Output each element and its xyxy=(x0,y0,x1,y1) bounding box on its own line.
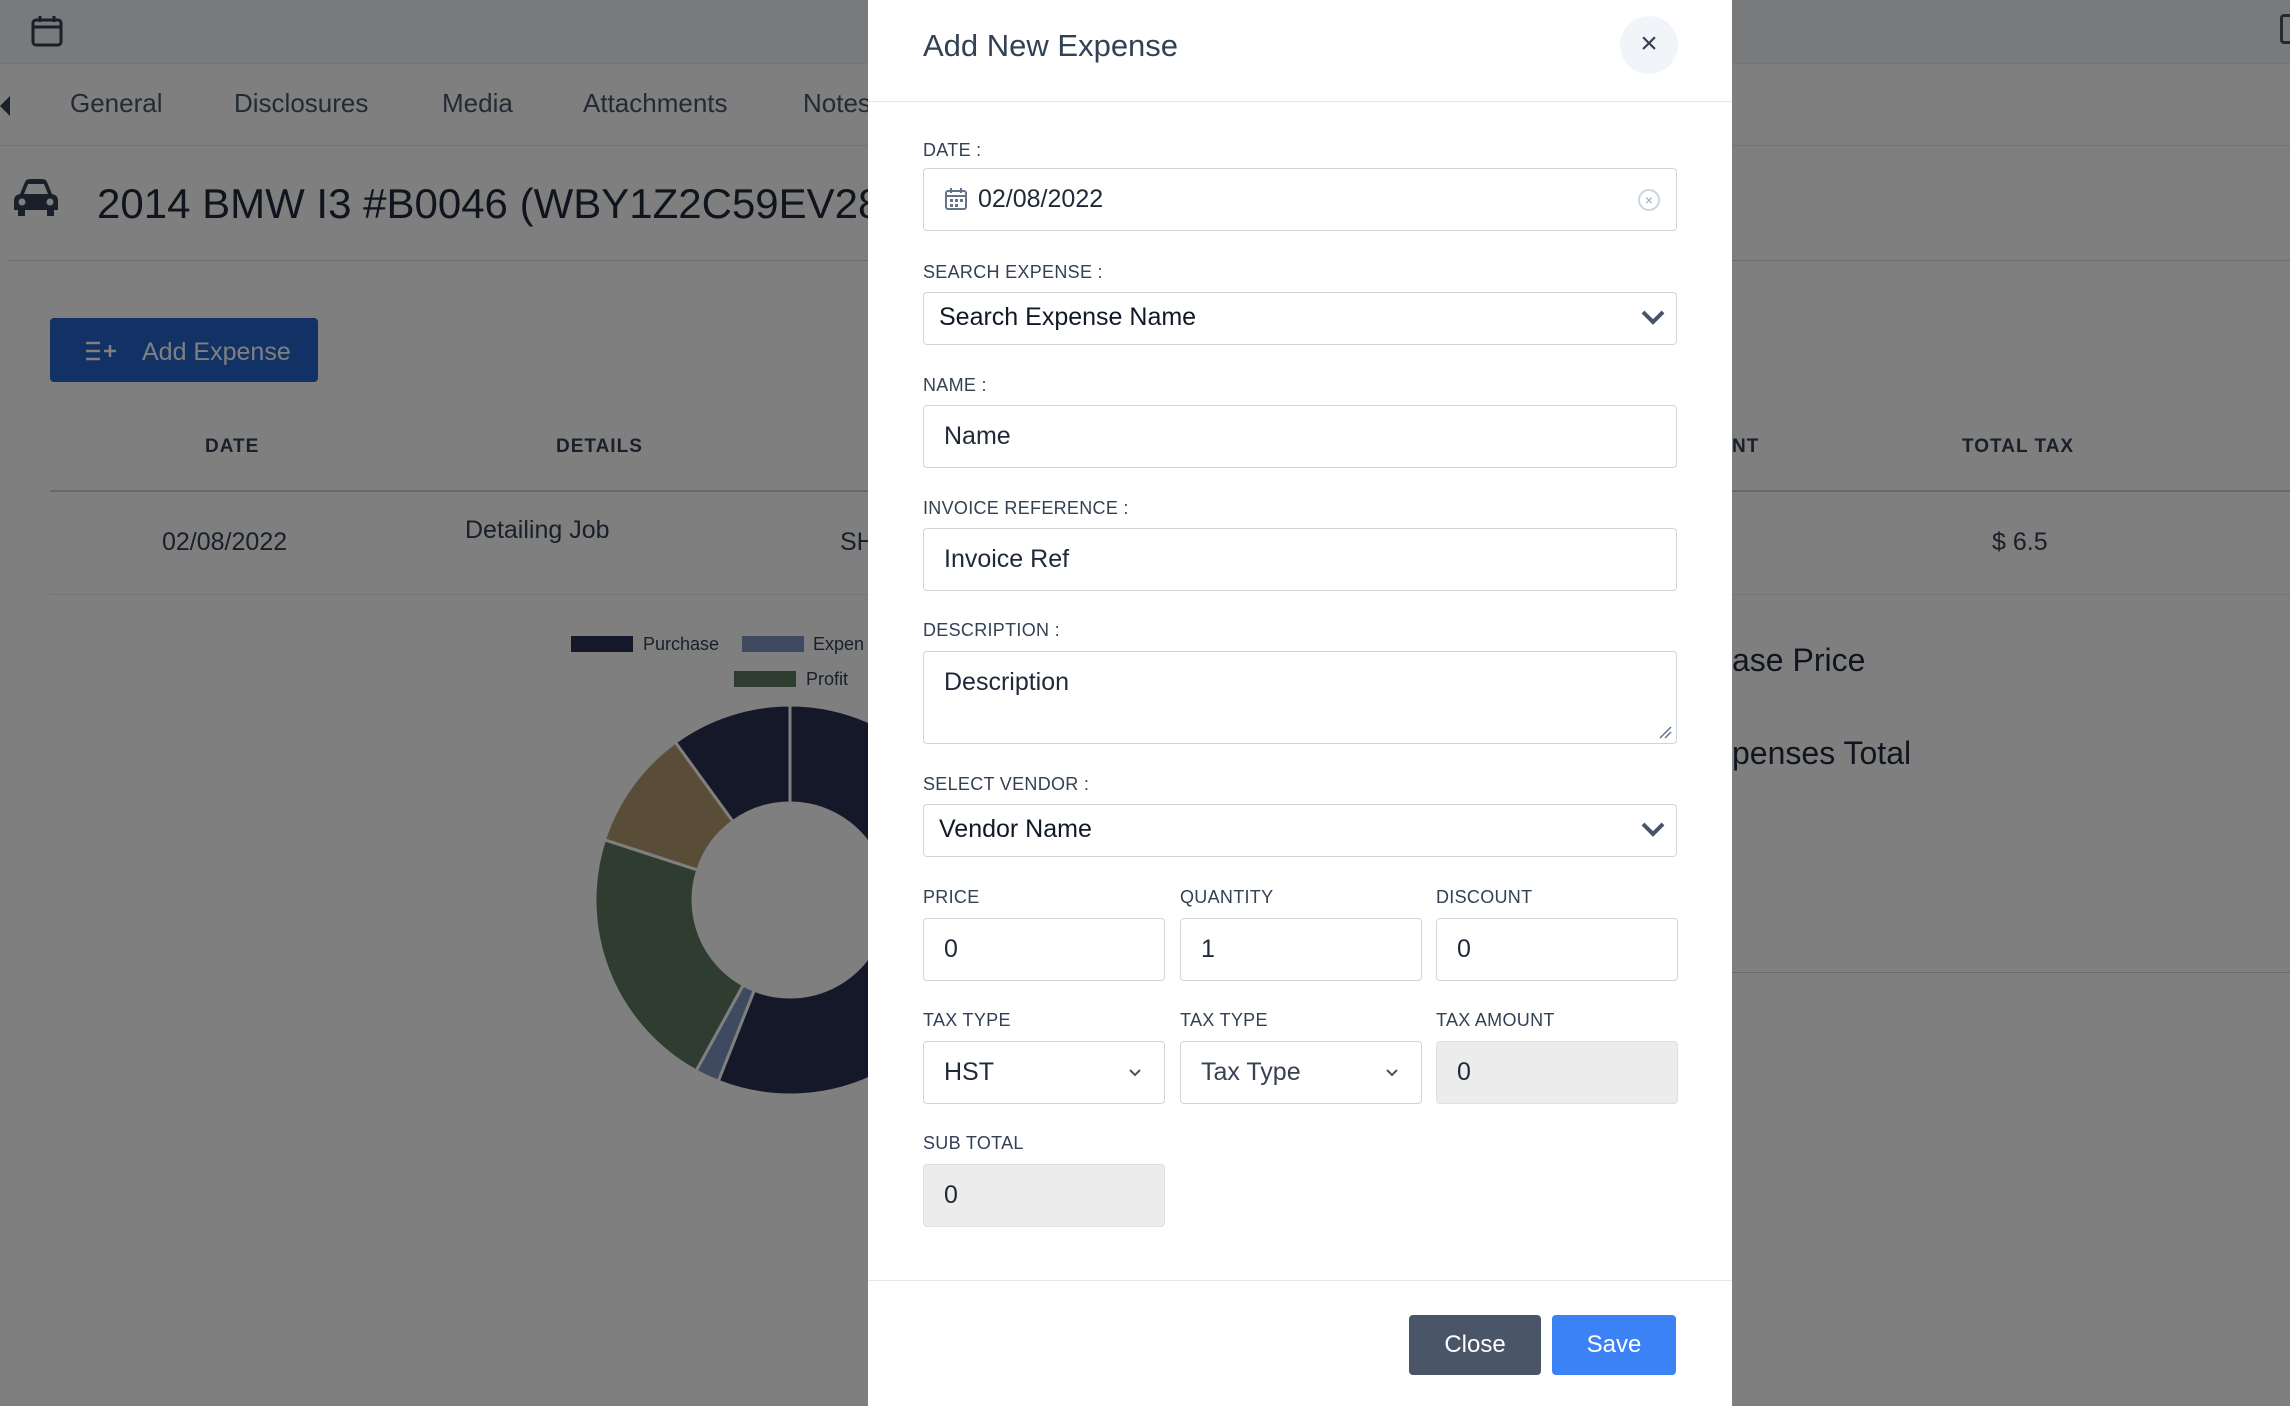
vendor-value: Vendor Name xyxy=(939,815,1092,843)
search-expense-select[interactable]: Search Expense Name xyxy=(923,292,1677,345)
close-glyph: × xyxy=(1640,27,1658,60)
price-field[interactable]: 0 xyxy=(923,918,1165,981)
close-button[interactable]: Close xyxy=(1409,1315,1541,1375)
invoice-label: INVOICE REFERENCE : xyxy=(923,498,1129,518)
name-label: NAME : xyxy=(923,375,987,395)
modal-header: Add New Expense × xyxy=(868,0,1732,102)
search-expense-value: Search Expense Name xyxy=(939,303,1197,331)
tax-type-2-select[interactable]: Tax Type xyxy=(1180,1041,1422,1104)
quantity-label: QUANTITY xyxy=(1180,887,1274,907)
sub-total-field: 0 xyxy=(923,1164,1165,1227)
chevron-down-icon xyxy=(1641,310,1665,325)
add-expense-modal: Add New Expense × DATE : 02/08/2022 × SE… xyxy=(868,0,1732,1406)
tax-amount-label: TAX AMOUNT xyxy=(1436,1010,1555,1030)
modal-title: Add New Expense xyxy=(923,28,1179,63)
price-label: PRICE xyxy=(923,887,980,907)
sub-total-label: SUB TOTAL xyxy=(923,1133,1024,1153)
description-placeholder: Description xyxy=(944,668,1070,696)
vendor-label: SELECT VENDOR : xyxy=(923,774,1090,794)
discount-value: 0 xyxy=(1457,935,1471,963)
quantity-field[interactable]: 1 xyxy=(1180,918,1422,981)
description-textarea[interactable]: Description xyxy=(923,651,1677,744)
discount-label: DISCOUNT xyxy=(1436,887,1533,907)
modal-footer: Close Save xyxy=(868,1280,1732,1406)
tax-type-2-label: TAX TYPE xyxy=(1180,1010,1268,1030)
tax-type-value: HST xyxy=(944,1058,994,1086)
name-placeholder: Name xyxy=(944,422,1011,450)
clear-date-icon[interactable]: × xyxy=(1638,189,1660,211)
name-field[interactable]: Name xyxy=(923,405,1677,468)
chevron-down-icon xyxy=(1129,1069,1141,1077)
tax-type-label: TAX TYPE xyxy=(923,1010,1011,1030)
invoice-placeholder: Invoice Ref xyxy=(944,545,1070,573)
tax-amount-field: 0 xyxy=(1436,1041,1678,1104)
tax-amount-value: 0 xyxy=(1457,1058,1471,1086)
chevron-down-icon xyxy=(1386,1069,1398,1077)
vendor-select[interactable]: Vendor Name xyxy=(923,804,1677,857)
discount-field[interactable]: 0 xyxy=(1436,918,1678,981)
sub-total-value: 0 xyxy=(944,1181,958,1209)
search-expense-label: SEARCH EXPENSE : xyxy=(923,262,1103,282)
invoice-reference-field[interactable]: Invoice Ref xyxy=(923,528,1677,591)
close-icon[interactable]: × xyxy=(1620,16,1678,74)
save-button[interactable]: Save xyxy=(1552,1315,1676,1375)
quantity-value: 1 xyxy=(1201,935,1215,963)
description-label: DESCRIPTION : xyxy=(923,620,1060,640)
chevron-down-icon xyxy=(1641,822,1665,837)
tax-type-select[interactable]: HST xyxy=(923,1041,1165,1104)
date-field[interactable]: 02/08/2022 × xyxy=(923,168,1677,231)
resize-handle-icon[interactable] xyxy=(1658,725,1672,739)
date-label: DATE : xyxy=(923,140,982,160)
date-value: 02/08/2022 xyxy=(978,185,1104,213)
calendar-icon xyxy=(945,188,967,210)
price-value: 0 xyxy=(944,935,958,963)
tax-type-2-value: Tax Type xyxy=(1201,1058,1301,1086)
